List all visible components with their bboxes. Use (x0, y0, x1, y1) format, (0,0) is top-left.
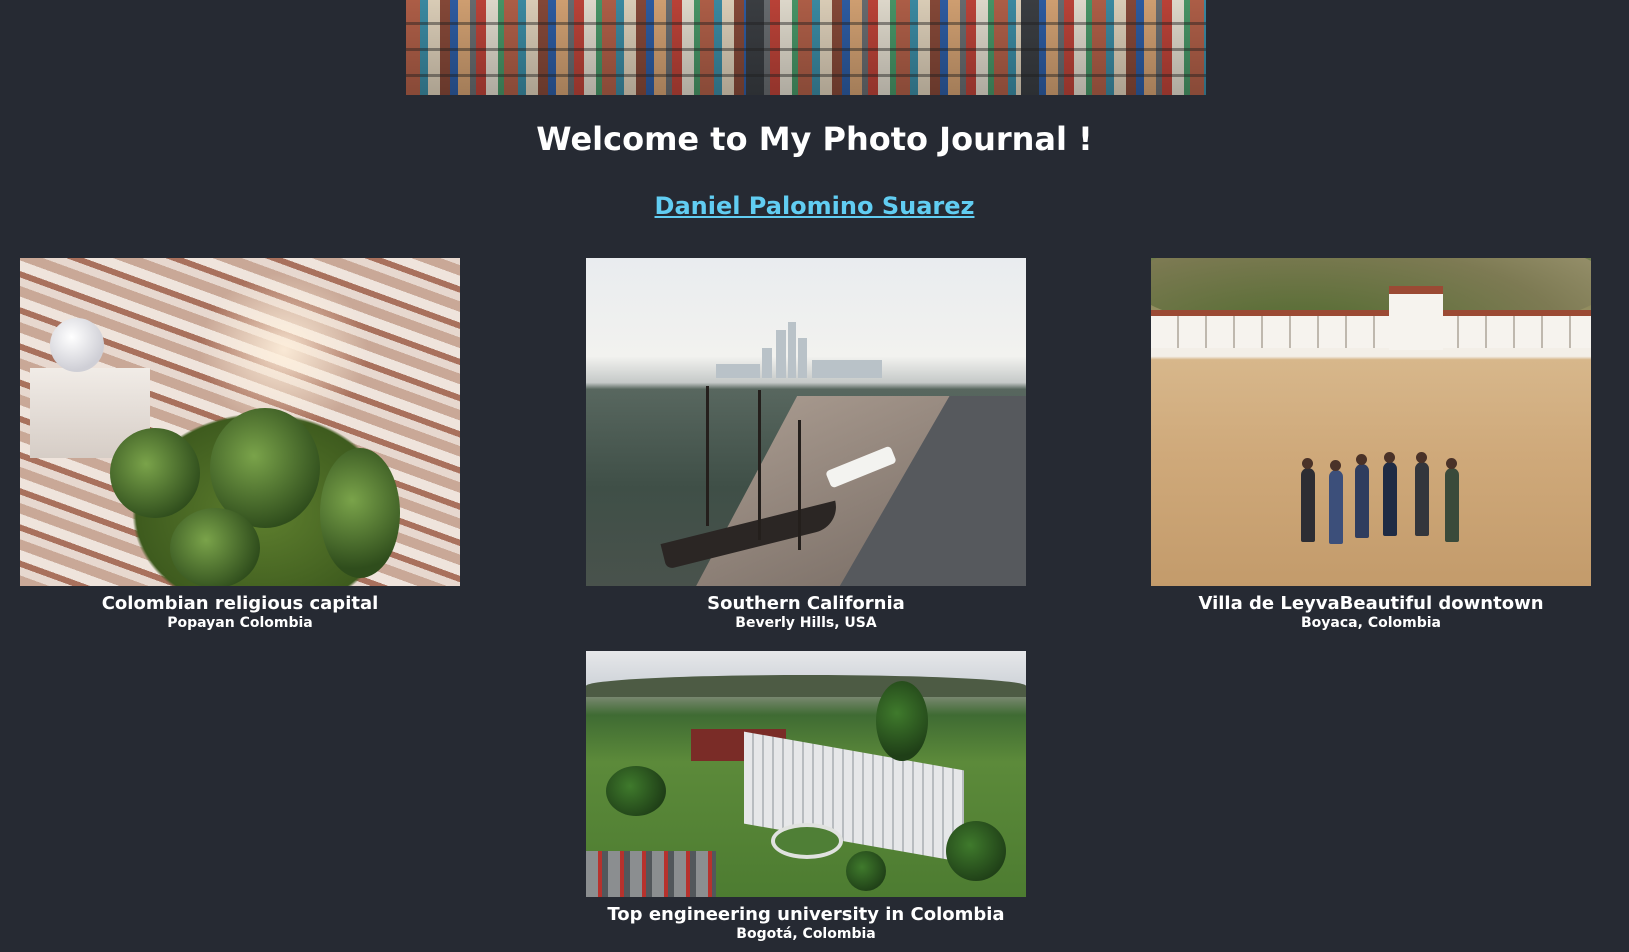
photo-tree (606, 766, 666, 816)
photo-tower (762, 348, 772, 378)
banner-roof-row (406, 74, 1206, 77)
photo-houses (1151, 310, 1591, 348)
photo-person (1329, 470, 1343, 544)
photo-tree (946, 821, 1006, 881)
photo-harbor[interactable] (586, 258, 1026, 586)
photo-location: Boyaca, Colombia (1301, 615, 1441, 631)
photo-location: Popayan Colombia (167, 615, 313, 631)
photo-person-head (1302, 458, 1313, 469)
photo-person-head (1330, 460, 1341, 471)
photo-journal-page: Welcome to My Photo Journal ! Daniel Pal… (0, 0, 1629, 952)
photo-caption: Villa de LeyvaBeautiful downtown (1198, 593, 1544, 614)
photo-person-head (1446, 458, 1457, 469)
photo-card: Villa de LeyvaBeautiful downtown Boyaca,… (1151, 258, 1591, 632)
author-link[interactable]: Daniel Palomino Suarez (655, 192, 975, 220)
photo-tower (788, 322, 796, 378)
photo-caption: Colombian religious capital (101, 593, 379, 614)
photo-tree (876, 681, 928, 761)
photo-popayan[interactable] (20, 258, 460, 586)
photo-location: Bogotá, Colombia (736, 926, 876, 942)
photo-caption: Top engineering university in Colombia (607, 904, 1005, 925)
photo-tree (846, 851, 886, 891)
photo-card: Colombian religious capital Popayan Colo… (20, 258, 460, 632)
photo-card: Southern California Beverly Hills, USA (586, 258, 1026, 632)
author-container: Daniel Palomino Suarez (0, 192, 1629, 220)
header-banner-image (406, 0, 1206, 95)
photo-tower (798, 338, 807, 378)
photo-villa-de-leyva[interactable] (1151, 258, 1591, 586)
photo-tower (716, 364, 760, 378)
photo-card: Top engineering university in Colombia B… (586, 651, 1026, 943)
photo-person (1301, 468, 1315, 542)
photo-location: Beverly Hills, USA (735, 615, 877, 631)
photo-person (1383, 462, 1397, 536)
photo-tree (170, 508, 260, 586)
photo-person-head (1384, 452, 1395, 463)
banner-roof-row (406, 48, 1206, 51)
page-title: Welcome to My Photo Journal ! (536, 120, 1093, 158)
photo-person (1355, 464, 1369, 538)
photo-tree (110, 428, 200, 518)
photo-person-head (1356, 454, 1367, 465)
photo-dome (50, 318, 104, 372)
photo-person-head (1416, 452, 1427, 463)
photo-tower (776, 330, 786, 378)
photo-mast (758, 390, 761, 540)
photo-tower (812, 360, 882, 378)
banner-roof-row (406, 22, 1206, 25)
photo-caption: Southern California (707, 593, 905, 614)
photo-church (1389, 286, 1443, 350)
photo-courtyard (771, 823, 843, 859)
photo-mast (706, 386, 709, 526)
photo-parking-lot (586, 851, 716, 897)
photo-person (1415, 462, 1429, 536)
photo-tree (320, 448, 400, 578)
photo-university[interactable] (586, 651, 1026, 897)
photo-person (1445, 468, 1459, 542)
photo-mountains (586, 675, 1026, 697)
photo-mast (798, 420, 801, 550)
